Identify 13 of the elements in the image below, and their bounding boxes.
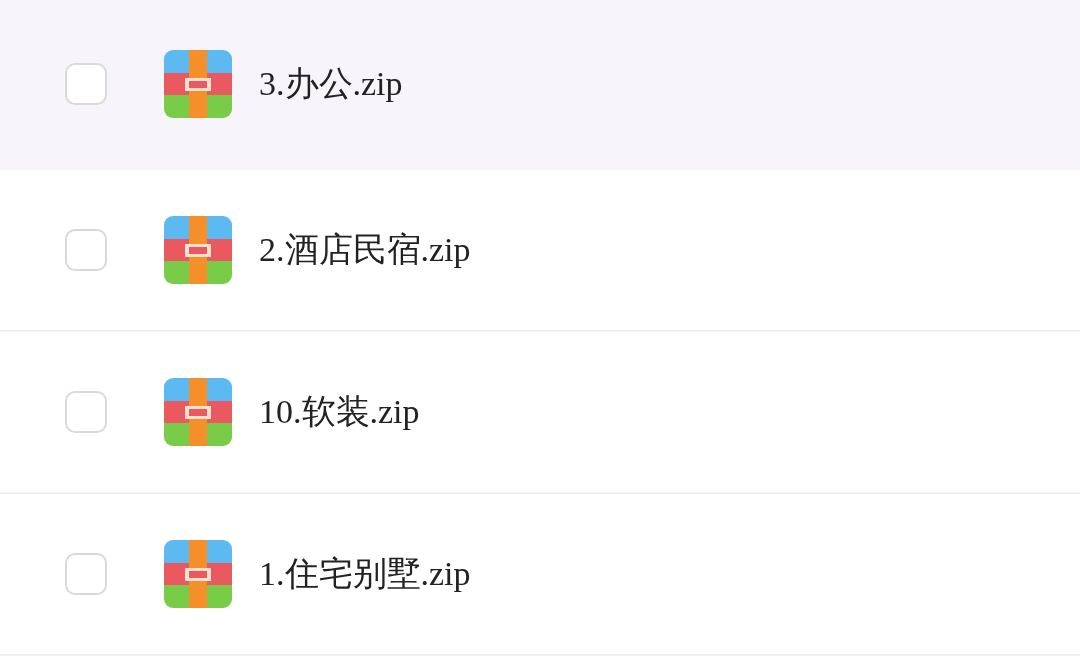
file-name: 10.软装.zip — [259, 392, 420, 432]
checkbox[interactable] — [65, 229, 107, 271]
file-row[interactable]: 3.办公.zip — [0, 0, 1080, 170]
file-name: 3.办公.zip — [259, 64, 403, 104]
checkbox[interactable] — [65, 63, 107, 105]
checkbox[interactable] — [65, 391, 107, 433]
archive-icon — [164, 216, 232, 284]
checkbox[interactable] — [65, 553, 107, 595]
archive-icon — [164, 378, 232, 446]
archive-icon — [164, 50, 232, 118]
file-name: 1.住宅别墅.zip — [259, 554, 471, 594]
file-name: 2.酒店民宿.zip — [259, 230, 471, 270]
archive-icon — [164, 540, 232, 608]
